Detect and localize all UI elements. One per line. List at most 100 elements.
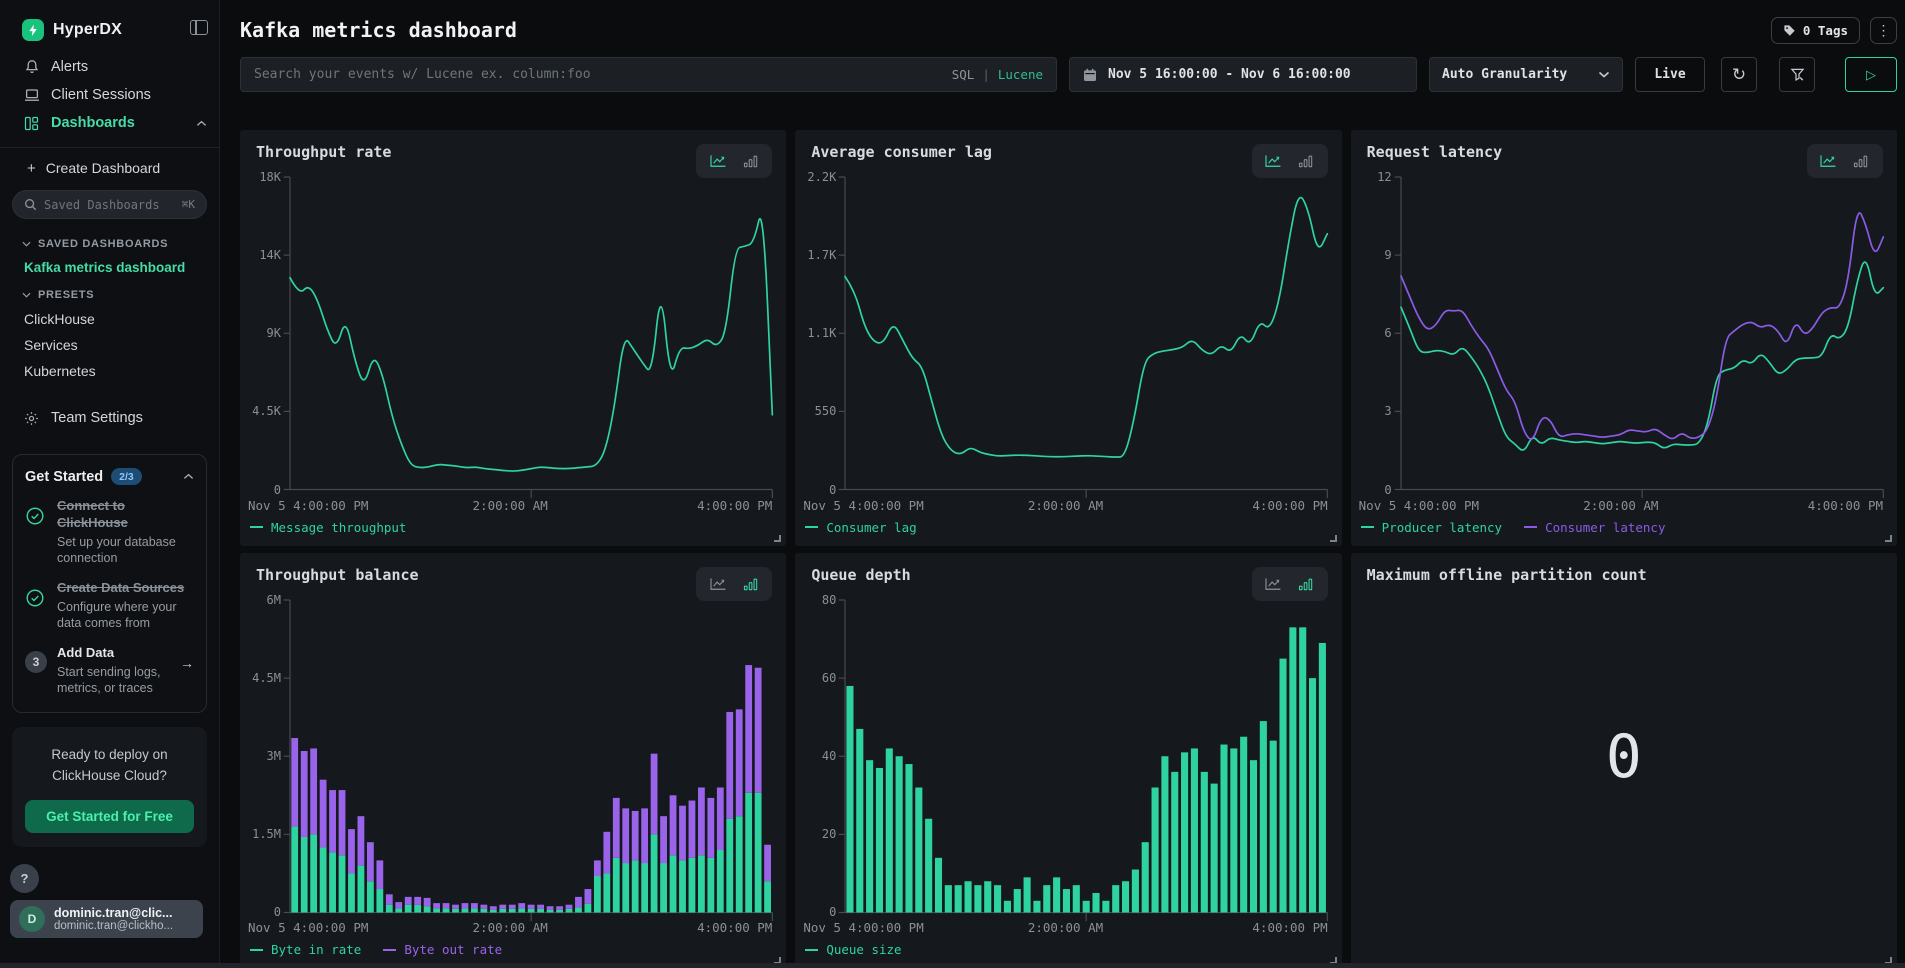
bottom-scrollbar[interactable] [0, 963, 1905, 968]
line-chart-icon [709, 577, 727, 591]
cloud-promo-card: Ready to deploy on ClickHouse Cloud? Get… [12, 727, 207, 847]
legend-item[interactable]: Consumer latency [1524, 520, 1665, 535]
legend-item[interactable]: Byte out rate [383, 942, 502, 957]
step-description: Configure where your data comes from [57, 599, 194, 632]
legend-item[interactable]: Consumer lag [805, 520, 916, 535]
chart-plot[interactable] [290, 177, 772, 490]
main-content: Kafka metrics dashboard 0 Tags ⋮ Search … [220, 0, 1905, 968]
cloud-promo-line1: Ready to deploy on [25, 744, 194, 766]
sidebar-item-client-sessions[interactable]: Client Sessions [0, 81, 219, 109]
chart-title: Throughput balance [256, 566, 419, 584]
line-chart-toggle[interactable] [701, 572, 734, 596]
resize-handle[interactable] [774, 535, 781, 542]
get-started-step[interactable]: 3 Add Data Start sending logs, metrics, … [25, 645, 194, 697]
date-range-picker[interactable]: Nov 5 16:00:00 - Nov 6 16:00:00 [1069, 57, 1417, 92]
chart-title: Throughput rate [256, 143, 391, 161]
x-axis-label: 4:00:00 PM [598, 920, 773, 934]
sql-option[interactable]: SQL [952, 67, 975, 82]
more-menu-button[interactable]: ⋮ [1870, 17, 1897, 44]
legend-item[interactable]: Message throughput [250, 520, 406, 535]
x-axis-label: Nov 5 4:00:00 PM [803, 498, 978, 512]
chevron-down-icon [22, 292, 31, 298]
chart-plot[interactable] [845, 177, 1327, 490]
sidebar-item-team-settings[interactable]: Team Settings [0, 404, 219, 432]
y-axis-label: 14K [259, 248, 281, 262]
sidebar-item-clickhouse[interactable]: ClickHouse [0, 306, 219, 332]
legend-item[interactable]: Queue size [805, 942, 901, 957]
resize-handle[interactable] [1330, 535, 1337, 542]
tags-button[interactable]: 0 Tags [1771, 17, 1860, 44]
sidebar: HyperDX Alerts Client Sessions Dashboard… [0, 0, 220, 968]
bar-chart-toggle[interactable] [734, 572, 767, 596]
get-started-step[interactable]: Connect to ClickHouse Set up your databa… [25, 498, 194, 567]
query-language-toggle[interactable]: SQL | Lucene [952, 67, 1043, 82]
event-search-input[interactable]: Search your events w/ Lucene ex. column:… [240, 57, 1057, 92]
y-axis-label: 0 [829, 905, 836, 919]
bar-chart-icon [743, 577, 759, 591]
panel-average-consumer-lag: Average consumer lag 2.2K1.7K1.1K5500 No… [795, 130, 1341, 546]
saved-dashboards-search-input[interactable]: Saved Dashboards ⌘K [12, 190, 207, 219]
legend-item[interactable]: Byte in rate [250, 942, 361, 957]
bar-chart-toggle[interactable] [1290, 149, 1323, 173]
live-button[interactable]: Live [1635, 57, 1705, 92]
sidebar-item-dashboards[interactable]: Dashboards [0, 109, 219, 137]
search-placeholder: Search your events w/ Lucene ex. column:… [254, 67, 940, 82]
line-chart-toggle[interactable] [1812, 149, 1845, 173]
y-axis-label: 6M [267, 593, 281, 607]
sidebar-collapse-icon[interactable] [190, 20, 208, 35]
presets-section[interactable]: PRESETS [0, 280, 219, 306]
legend-item[interactable]: Producer latency [1361, 520, 1502, 535]
get-started-step[interactable]: Create Data Sources Configure where your… [25, 580, 194, 632]
bar-chart-toggle[interactable] [1290, 572, 1323, 596]
saved-dashboards-section[interactable]: SAVED DASHBOARDS [0, 229, 219, 255]
chart-title: Queue depth [811, 566, 910, 584]
panel-request-latency: Request latency 129630 Nov 5 4:00:00 PM2… [1351, 130, 1897, 546]
y-axis-label: 1.5M [252, 827, 281, 841]
sidebar-item-alerts[interactable]: Alerts [0, 53, 219, 81]
chart-plot[interactable] [1401, 177, 1883, 490]
get-started-title: Get Started [25, 469, 103, 485]
sidebar-item-kafka-dashboard[interactable]: Kafka metrics dashboard [0, 255, 219, 280]
y-axis-label: 0 [274, 483, 281, 497]
big-number-value: 0 [1606, 722, 1642, 792]
x-axis-label: 2:00:00 AM [423, 498, 598, 512]
user-email: dominic.tran@clickho... [54, 920, 173, 932]
refresh-button[interactable]: ↻ [1721, 57, 1757, 92]
chevron-up-icon [196, 120, 207, 127]
chart-type-toggle [1252, 144, 1328, 178]
line-chart-toggle[interactable] [1257, 149, 1290, 173]
refresh-icon: ↻ [1732, 65, 1746, 85]
gear-icon [23, 411, 40, 426]
y-axis-label: 20 [822, 827, 836, 841]
bar-chart-toggle[interactable] [734, 149, 767, 173]
y-axis-label: 9K [267, 326, 281, 340]
step-title: Create Data Sources [57, 580, 194, 597]
granularity-select[interactable]: Auto Granularity [1429, 57, 1623, 92]
logo[interactable]: HyperDX [0, 0, 219, 53]
dashboard-grid: Throughput rate 18K14K9K4.5K0 Nov 5 4:00… [240, 130, 1897, 968]
filter-button[interactable] [1779, 57, 1815, 92]
line-chart-toggle[interactable] [701, 149, 734, 173]
chart-plot[interactable] [290, 600, 772, 913]
get-started-free-button[interactable]: Get Started for Free [25, 800, 194, 833]
x-axis-label: Nov 5 4:00:00 PM [803, 920, 978, 934]
lucene-option[interactable]: Lucene [998, 67, 1043, 82]
chevron-up-icon[interactable] [183, 473, 194, 480]
y-axis-label: 3M [267, 749, 281, 763]
panel-throughput-rate: Throughput rate 18K14K9K4.5K0 Nov 5 4:00… [240, 130, 786, 546]
sidebar-item-kubernetes[interactable]: Kubernetes [0, 358, 219, 384]
bar-chart-toggle[interactable] [1845, 149, 1878, 173]
create-dashboard-button[interactable]: + Create Dashboard [0, 157, 219, 185]
sidebar-item-services[interactable]: Services [0, 332, 219, 358]
step-title: Connect to ClickHouse [57, 498, 194, 532]
x-axis-label: 2:00:00 AM [423, 920, 598, 934]
line-chart-icon [709, 154, 727, 168]
line-chart-toggle[interactable] [1257, 572, 1290, 596]
bar-chart-icon [1298, 154, 1314, 168]
x-axis-label: Nov 5 4:00:00 PM [1359, 498, 1534, 512]
chart-plot[interactable] [845, 600, 1327, 913]
user-menu[interactable]: D dominic.tran@clic... dominic.tran@clic… [10, 900, 203, 938]
resize-handle[interactable] [1885, 535, 1892, 542]
run-query-button[interactable]: ▷ [1845, 57, 1897, 92]
help-button[interactable]: ? [10, 864, 39, 893]
